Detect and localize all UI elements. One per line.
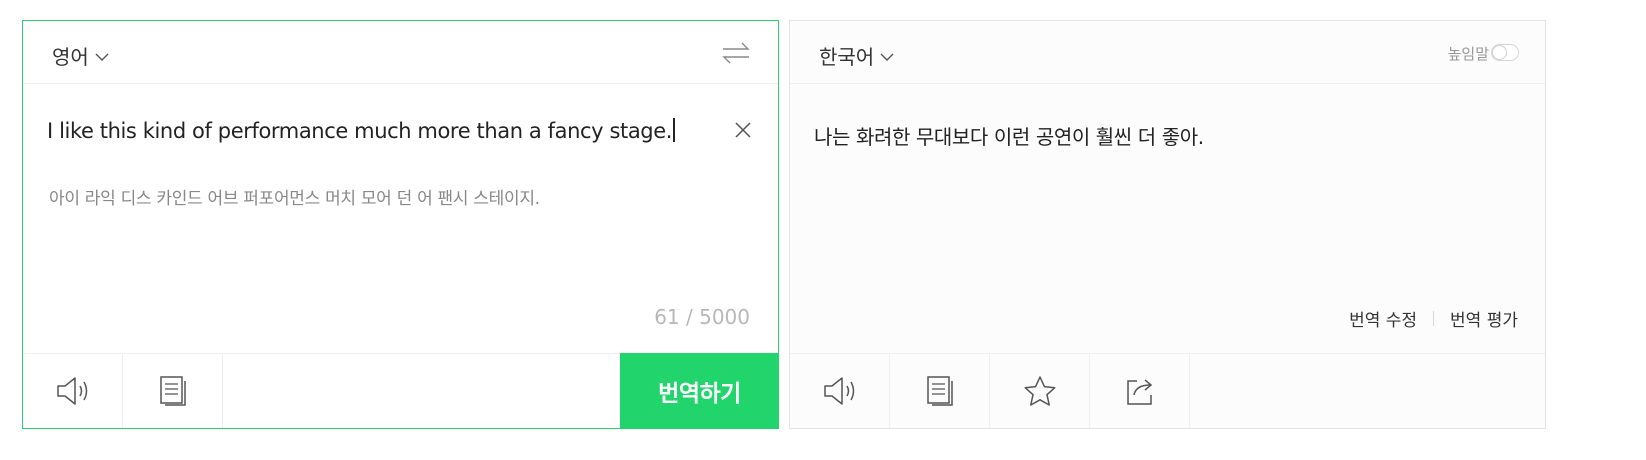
edit-translation-link[interactable]: 번역 수정 — [1349, 306, 1417, 331]
source-language-select[interactable]: 영어 — [52, 41, 109, 70]
star-icon — [1023, 376, 1056, 406]
honorific-toggle[interactable] — [1491, 44, 1519, 61]
swap-arrows-icon[interactable] — [721, 40, 751, 66]
source-text-input[interactable]: I like this kind of performance much mor… — [47, 118, 675, 143]
text-caret — [673, 118, 675, 142]
chevron-down-icon — [880, 53, 894, 61]
translation-links: 번역 수정 번역 평가 — [1349, 306, 1518, 331]
toggle-knob — [1492, 45, 1507, 60]
copy-target-button[interactable] — [890, 354, 990, 428]
source-toolbar: 번역하기 — [23, 353, 779, 429]
speaker-icon — [823, 377, 854, 405]
target-panel: 한국어 높임말 나는 화려한 무대보다 이런 공연이 훨씬 더 좋아. 번역 수… — [789, 20, 1546, 429]
copy-source-button[interactable] — [123, 354, 223, 428]
translated-text: 나는 화려한 무대보다 이런 공연이 훨씬 더 좋아. — [814, 125, 1204, 149]
share-icon — [1126, 379, 1152, 405]
close-icon[interactable] — [734, 121, 752, 139]
honorific-label: 높임말 — [1447, 45, 1489, 63]
rate-translation-link[interactable]: 번역 평가 — [1450, 306, 1518, 331]
listen-target-button[interactable] — [790, 354, 890, 428]
chevron-down-icon — [95, 53, 109, 61]
divider — [1433, 311, 1435, 326]
pronunciation-text: 아이 라익 디스 카인드 어브 퍼포어먼스 머치 모어 던 어 팬시 스테이지. — [49, 189, 540, 209]
source-text: I like this kind of performance much mor… — [47, 119, 673, 143]
source-panel: 영어 I like this kind of performance much … — [22, 20, 779, 429]
listen-source-button[interactable] — [23, 354, 123, 428]
character-count: 61 / 5000 — [654, 305, 750, 329]
favorite-button[interactable] — [990, 354, 1090, 428]
source-header: 영어 — [23, 21, 778, 84]
source-language-label: 영어 — [52, 45, 89, 69]
copy-icon — [926, 376, 953, 406]
translate-button[interactable]: 번역하기 — [620, 353, 779, 429]
target-language-label: 한국어 — [819, 45, 875, 69]
target-header: 한국어 높임말 — [790, 21, 1545, 84]
copy-icon — [159, 376, 186, 406]
speaker-icon — [56, 377, 87, 405]
target-language-select[interactable]: 한국어 — [819, 41, 894, 70]
target-toolbar — [790, 353, 1545, 428]
share-button[interactable] — [1090, 354, 1190, 428]
